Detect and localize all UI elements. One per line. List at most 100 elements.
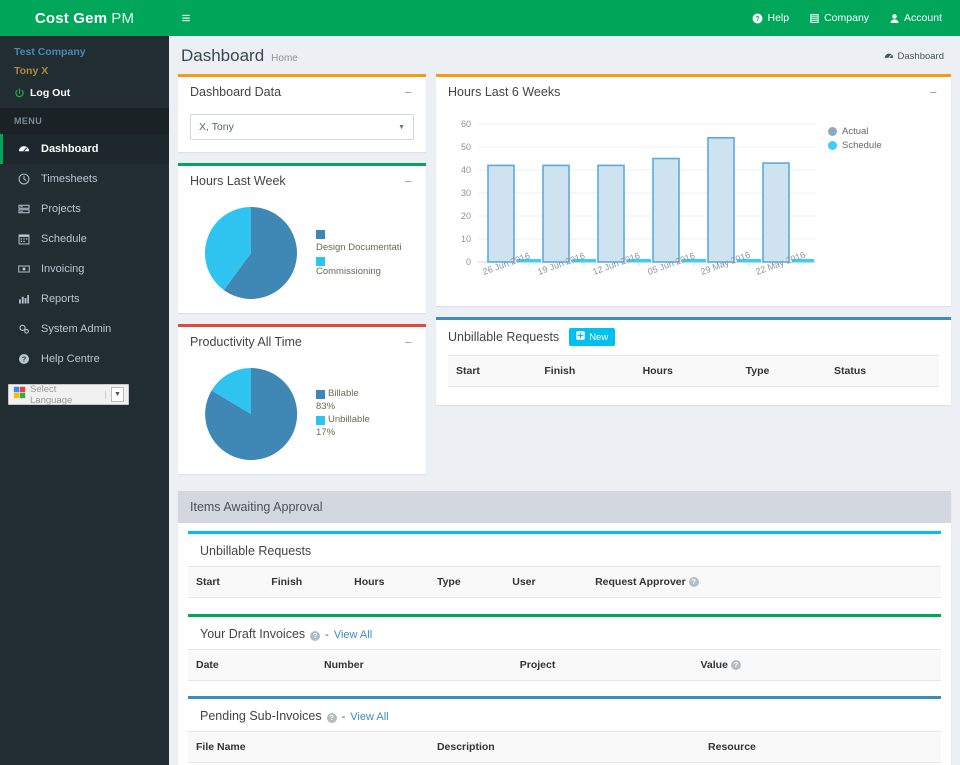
column-header-start[interactable]: Start [188,566,264,598]
column-header-finish[interactable]: Finish [536,355,635,387]
sidebar-item-help-centre[interactable]: ? Help Centre [0,344,169,374]
column-header-request-approver[interactable]: Request Approver? [587,566,813,598]
svg-text:30: 30 [461,188,471,198]
panel-unbillable-requests: Unbillable Requests New Start Finish Hou… [436,317,951,405]
language-selector[interactable]: Select Language | ▼ [8,384,129,406]
column-header-hours[interactable]: Hours [346,566,429,598]
chevron-down-icon: ▼ [398,123,405,131]
sidebar-item-dashboard[interactable]: Dashboard [0,134,169,164]
column-header-value[interactable]: Value? [692,648,941,681]
legend-entry-schedule[interactable]: Schedule [828,140,920,151]
nav-item-label: Help [767,12,790,24]
panel-header: Unbillable Requests New [436,320,951,355]
panel-header: Hours Last Week − [178,166,426,197]
table-empty-row [448,387,939,393]
sidebar-toggle-button[interactable]: ≡ [169,0,203,36]
separator: - [341,711,346,723]
view-all-link[interactable]: View All [334,629,372,641]
table-header: File Name Description Resource [188,731,941,763]
google-translate-icon [13,386,26,404]
sidebar-item-reports[interactable]: Reports [0,284,169,314]
legend-entry-actual[interactable]: Actual [828,126,920,137]
logo-bold: Cost Gem [34,9,108,27]
bar-chart-legend: Actual Schedule [828,112,920,304]
subpanel-header: Your Draft Invoices ? - View All [188,617,941,649]
question-circle-icon: ? [752,13,763,24]
panel-title: Hours Last Week [190,174,286,188]
sidebar-item-label: Timesheets [41,173,98,185]
svg-text:50: 50 [461,142,471,152]
legend-dot-icon [828,127,837,136]
sidebar-item-invoicing[interactable]: Invoicing [0,254,169,284]
dashboard-top-row: Dashboard Data − X, Tony ▼ Hours Last We… [169,74,960,485]
breadcrumb[interactable]: Dashboard [884,51,944,62]
collapse-button[interactable]: − [402,336,414,349]
column-header-user[interactable]: User [504,566,588,598]
nav-item-label: Company [824,12,870,24]
collapse-button[interactable]: − [402,86,414,99]
column-header-number[interactable]: Number [316,648,512,681]
svg-text:?: ? [756,15,760,22]
legend-swatch-icon [316,416,325,425]
panel-body: Billable 83% Unbillable 17% [178,358,426,474]
svg-text:60: 60 [461,119,471,129]
help-icon[interactable]: ? [326,713,337,723]
pending-sub-invoices-table: File Name Description Resource [188,731,941,765]
column-header-date[interactable]: Date [188,648,316,681]
column-header-project[interactable]: Project [511,648,693,681]
panel-header: Productivity All Time − [178,327,426,358]
table-empty-row [188,598,941,604]
column-header-status[interactable]: Status [826,355,915,387]
sidebar-user-name[interactable]: Tony X [14,60,155,82]
column-header-resource[interactable]: Resource [700,731,941,763]
sidebar-item-label: Reports [41,293,80,305]
nav-item-help[interactable]: ? Help [742,0,799,36]
user-select[interactable]: X, Tony ▼ [190,114,414,140]
chevron-down-icon[interactable]: ▼ [111,387,124,402]
help-icon[interactable]: ? [310,630,321,641]
bar-chart-icon [17,293,31,305]
help-icon[interactable]: ? [730,659,741,670]
gears-icon [17,323,31,335]
column-header-type[interactable]: Type [737,355,827,387]
subpanel-unbillable-requests: Unbillable Requests Start Finish Hours T… [188,531,941,604]
sidebar-item-timesheets[interactable]: Timesheets [0,164,169,194]
help-icon[interactable]: ? [688,577,699,587]
table-header: Date Number Project Value? [188,648,941,681]
sidebar-item-projects[interactable]: Projects [0,194,169,224]
column-header-type[interactable]: Type [428,566,505,598]
sidebar-item-system-admin[interactable]: System Admin [0,314,169,344]
subpanel-title: Your Draft Invoices [200,626,306,641]
view-all-link[interactable]: View All [350,711,388,723]
dashboard-icon [884,51,894,61]
column-header-start[interactable]: Start [448,355,537,387]
table-header-row: Start Finish Hours Type Status [448,355,939,387]
app-logo[interactable]: Cost Gem PM [0,0,169,36]
column-label: Request Approver [595,576,686,588]
logout-button[interactable]: Log Out [14,82,155,104]
nav-item-company[interactable]: Company [799,0,879,36]
column-header-file-name[interactable]: File Name [188,731,429,763]
column-header-hours[interactable]: Hours [634,355,738,387]
clock-icon [17,173,31,185]
svg-text:0: 0 [466,257,471,267]
nav-item-account[interactable]: Account [879,0,952,36]
approval-unbillable-table: Start Finish Hours Type User Request App… [188,566,941,604]
legend-entry: Unbillable [316,414,402,427]
separator: - [325,628,329,641]
new-unbillable-request-button[interactable]: New [569,328,616,346]
building-icon [809,13,820,24]
calendar-icon [17,233,31,245]
subpanel-header: Unbillable Requests [188,534,941,566]
right-column: Hours Last 6 Weeks − 0 10 20 30 40 50 60… [436,74,951,416]
column-header-description[interactable]: Description [428,731,701,763]
collapse-button[interactable]: − [927,86,939,99]
sidebar-item-schedule[interactable]: Schedule [0,224,169,254]
subpanel-header: Pending Sub-Invoices ? - View All [188,699,941,731]
collapse-button[interactable]: − [402,175,414,188]
column-header-finish[interactable]: Finish [263,566,347,598]
panel-title: Unbillable Requests [448,330,560,344]
column-header-actions [812,566,941,598]
sidebar: Test Company Tony X Log Out MENU Dashboa… [0,36,169,765]
sidebar-company-name[interactable]: Test Company [14,44,155,60]
